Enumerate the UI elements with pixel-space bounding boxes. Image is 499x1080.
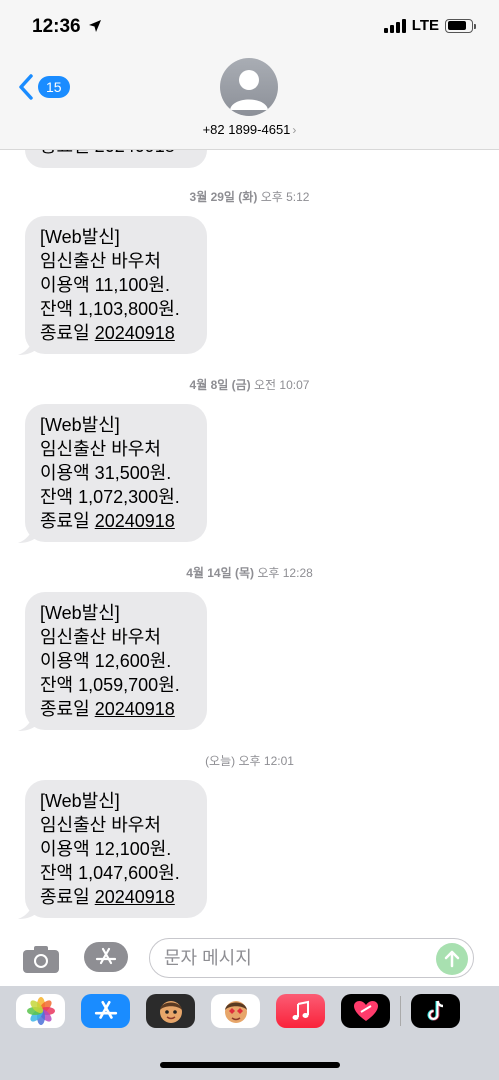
- message-input[interactable]: [150, 939, 420, 977]
- network-type: LTE: [411, 17, 439, 34]
- contact-avatar[interactable]: [220, 58, 278, 116]
- status-time: 12:36: [32, 16, 81, 37]
- message-line: 이용액 12,100원.: [40, 839, 172, 859]
- bubble-tail: [18, 714, 38, 731]
- memoji-icon[interactable]: [146, 994, 195, 1028]
- message-line: [Web발신]: [40, 415, 120, 435]
- message-line: 종료일 20240918: [40, 511, 175, 531]
- message-timestamp: 3월 29일 (화) 오후 5:12: [0, 188, 499, 205]
- app-store-tray-icon[interactable]: [81, 994, 130, 1028]
- message-line: 임신출산 바우처: [40, 439, 161, 459]
- status-bar: 12:36 LTE: [0, 0, 499, 54]
- photos-app-icon[interactable]: [16, 994, 65, 1028]
- bubble-tail: [18, 338, 38, 355]
- message-line: 이용액 31,500원.: [40, 463, 172, 483]
- date-link[interactable]: 20240918: [95, 511, 175, 531]
- app-store-icon: [94, 1000, 117, 1019]
- timestamp-time: 오후 12:28: [257, 566, 313, 580]
- location-arrow-icon: [89, 20, 101, 32]
- message-line: 종료일 20240918: [40, 699, 175, 719]
- date-link[interactable]: 20240918: [95, 323, 175, 343]
- message-line: 이용액 11,100원.: [40, 275, 170, 295]
- photos-icon: [26, 997, 55, 1025]
- memoji-stickers-icon[interactable]: [211, 994, 260, 1028]
- heart-icon: [353, 1001, 378, 1021]
- message-line: 종료일 20240918: [40, 150, 193, 158]
- app-store-button[interactable]: [84, 942, 128, 972]
- date-link[interactable]: 20240918: [95, 699, 175, 719]
- timestamp-date: 4월 8일 (금): [189, 378, 251, 392]
- arrow-up-icon: [444, 950, 460, 968]
- chevron-right-icon: ›: [292, 123, 297, 137]
- message-bubble[interactable]: [Web발신] 임신출산 바우처 이용액 31,500원. 잔액 1,072,3…: [25, 404, 207, 542]
- send-button[interactable]: [436, 943, 468, 975]
- unread-count-badge: 15: [38, 76, 70, 98]
- message-line: 잔액 1,072,300원.: [40, 487, 180, 507]
- tiktok-icon[interactable]: [411, 994, 460, 1028]
- music-note-icon: [292, 1000, 309, 1020]
- back-button[interactable]: 15: [18, 74, 70, 100]
- message-line: 종료일 20240918: [40, 323, 175, 343]
- message-timestamp: 4월 8일 (금) 오전 10:07: [0, 376, 499, 393]
- message-group: 4월 8일 (금) 오전 10:07: [0, 376, 499, 393]
- imessage-app-tray: [0, 986, 499, 1080]
- conversation-header: 15 +82 1899-4651 ›: [0, 54, 499, 150]
- message-line: 잔액 1,059,700원.: [40, 675, 180, 695]
- message-line: [Web발신]: [40, 791, 120, 811]
- message-line: 임신출산 바우처: [40, 815, 161, 835]
- bubble-tail: [18, 902, 38, 919]
- message-line: 임신출산 바우처: [40, 251, 161, 271]
- timestamp-time: 오후 5:12: [260, 190, 310, 204]
- message-line: 종료일 20240918: [40, 887, 175, 907]
- timestamp-time: 오후 12:01: [238, 754, 294, 768]
- timestamp-date: 4월 14일 (목): [186, 566, 254, 580]
- message-bubble[interactable]: [Web발신] 임신출산 바우처 이용액 12,100원. 잔액 1,047,6…: [25, 780, 207, 918]
- contact-name[interactable]: +82 1899-4651 ›: [0, 122, 499, 137]
- digital-touch-icon[interactable]: [341, 994, 390, 1028]
- message-thread[interactable]: 종료일 20240918 3월 29일 (화) 오후 5:12 [Web발신] …: [0, 150, 499, 930]
- chevron-left-icon: [19, 74, 33, 100]
- message-line: 임신출산 바우처: [40, 627, 161, 647]
- message-bubble[interactable]: [Web발신] 임신출산 바우처 이용액 12,600원. 잔액 1,059,7…: [25, 592, 207, 730]
- bubble-tail: [18, 526, 38, 543]
- message-line: [Web발신]: [40, 227, 120, 247]
- message-line: 잔액 1,103,800원.: [40, 299, 180, 319]
- memoji-sticker-icon: [224, 1001, 247, 1023]
- message-group: 3월 29일 (화) 오후 5:12: [0, 188, 499, 205]
- timestamp-date: (오늘): [205, 754, 236, 768]
- message-timestamp: (오늘) 오후 12:01: [0, 752, 499, 769]
- message-group: (오늘) 오후 12:01: [0, 752, 499, 769]
- message-line: [Web발신]: [40, 603, 120, 623]
- person-icon: [230, 70, 268, 110]
- camera-icon[interactable]: [22, 944, 60, 974]
- message-bubble-partial[interactable]: 종료일 20240918: [25, 150, 207, 168]
- message-line: 이용액 12,600원.: [40, 651, 172, 671]
- contact-number: +82 1899-4651: [202, 122, 291, 137]
- date-link[interactable]: 20240918: [95, 887, 175, 907]
- home-indicator[interactable]: [160, 1062, 340, 1068]
- message-input-field[interactable]: [149, 938, 474, 978]
- message-group: 4월 14일 (목) 오후 12:28: [0, 564, 499, 581]
- music-icon[interactable]: [276, 994, 325, 1028]
- memoji-face-icon: [159, 1001, 182, 1023]
- message-line: 잔액 1,047,600원.: [40, 863, 180, 883]
- tray-divider: [400, 996, 401, 1026]
- timestamp-date: 3월 29일 (화): [189, 190, 258, 204]
- app-store-icon: [95, 947, 117, 965]
- signal-icon: [383, 18, 406, 33]
- message-bubble[interactable]: [Web발신] 임신출산 바우처 이용액 11,100원. 잔액 1,103,8…: [25, 216, 207, 354]
- timestamp-time: 오전 10:07: [254, 378, 310, 392]
- message-timestamp: 4월 14일 (목) 오후 12:28: [0, 564, 499, 581]
- tiktok-note-icon: [427, 1000, 443, 1021]
- compose-bar: [0, 930, 499, 986]
- battery-icon: [445, 18, 476, 33]
